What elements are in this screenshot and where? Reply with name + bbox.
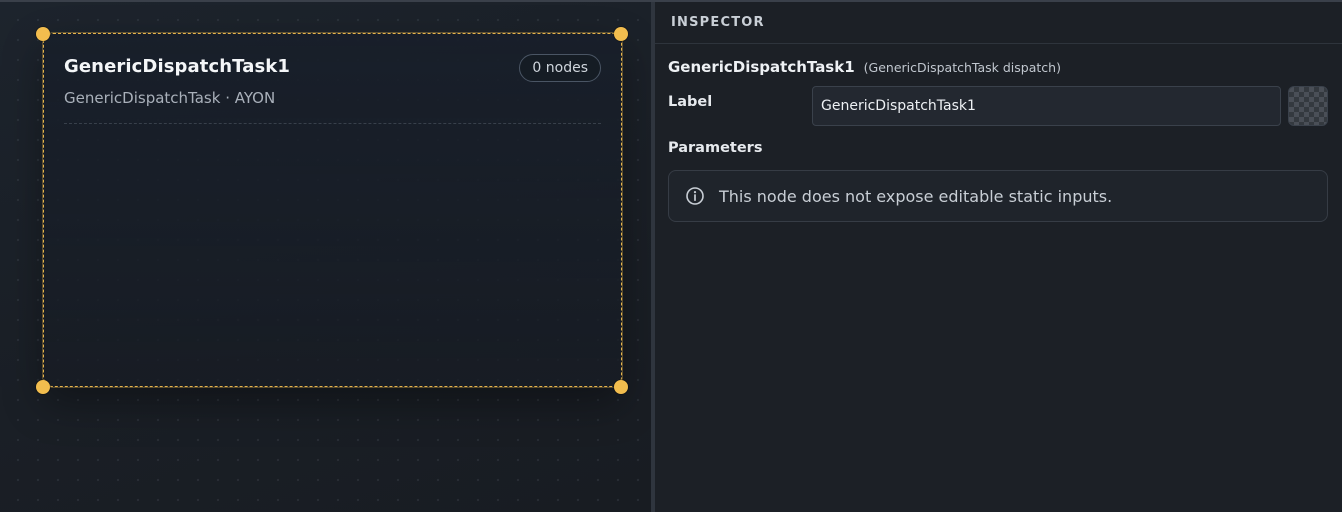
info-circle-icon	[685, 186, 705, 206]
node-heading: GenericDispatchTask1 (GenericDispatchTas…	[668, 58, 1329, 78]
parameters-title: Parameters	[668, 140, 763, 156]
resize-handle-bottom-left[interactable]	[36, 380, 50, 394]
resize-handle-top-right[interactable]	[614, 27, 628, 41]
node-name: GenericDispatchTask1	[668, 58, 855, 76]
group-node-header: GenericDispatchTask1 GenericDispatchTask…	[64, 54, 601, 124]
label-field-label: Label	[668, 94, 713, 110]
label-input[interactable]	[812, 86, 1281, 126]
resize-handle-top-left[interactable]	[36, 27, 50, 41]
resize-handle-bottom-right[interactable]	[614, 380, 628, 394]
inspector-panel: INSPECTOR GenericDispatchTask1 (GenericD…	[655, 2, 1342, 512]
node-count-badge: 0 nodes	[519, 54, 601, 82]
group-node-subtitle: GenericDispatchTask · AYON	[64, 89, 276, 107]
group-node-title: GenericDispatchTask1	[64, 56, 290, 77]
group-node[interactable]: GenericDispatchTask1 GenericDispatchTask…	[43, 33, 622, 387]
label-row: Label	[668, 86, 1329, 128]
inspector-header: INSPECTOR	[655, 2, 1342, 44]
color-picker-swatch[interactable]	[1288, 86, 1328, 126]
parameters-info-box: This node does not expose editable stati…	[668, 170, 1328, 222]
app-window: GenericDispatchTask1 GenericDispatchTask…	[0, 0, 1342, 512]
parameters-info-message: This node does not expose editable stati…	[719, 186, 1113, 206]
inspector-body: GenericDispatchTask1 (GenericDispatchTas…	[655, 44, 1342, 222]
graph-canvas[interactable]: GenericDispatchTask1 GenericDispatchTask…	[0, 2, 651, 512]
inspector-title: INSPECTOR	[671, 15, 765, 30]
node-type: (GenericDispatchTask dispatch)	[863, 60, 1061, 75]
